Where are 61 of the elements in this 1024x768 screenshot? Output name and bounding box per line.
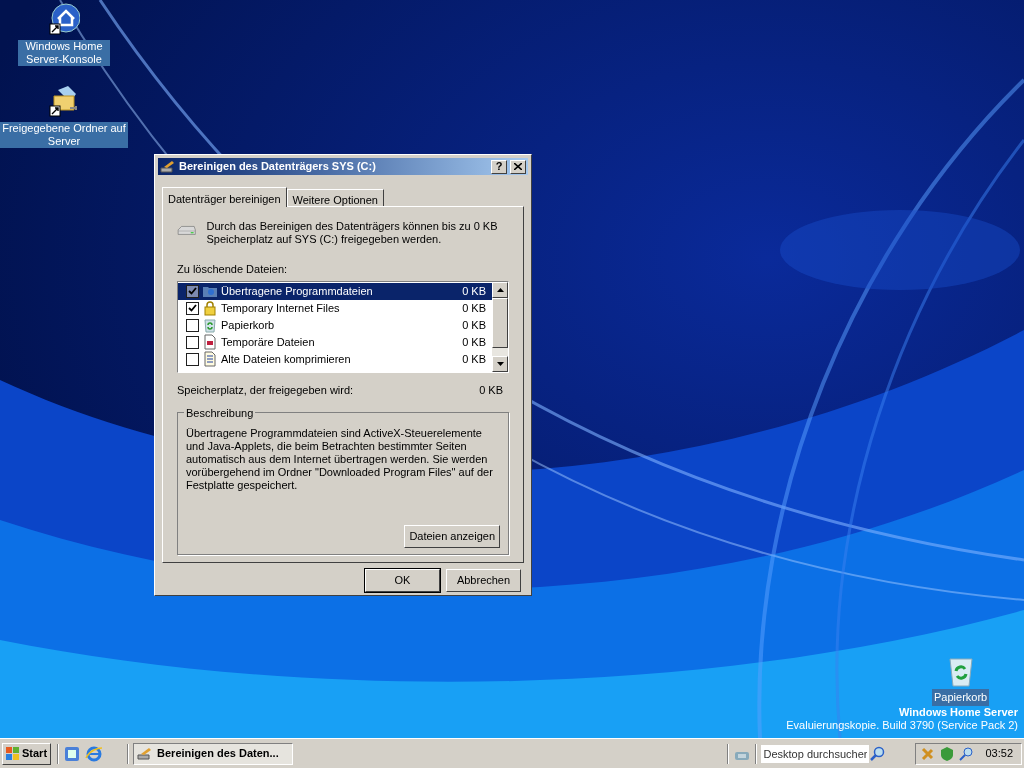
windows-logo-icon <box>6 746 20 761</box>
clock: 03:52 <box>985 746 1013 762</box>
up-arrow-icon <box>496 287 504 292</box>
file-name: Temporäre Dateien <box>221 334 316 350</box>
window-title: Bereinigen des Datenträgers SYS (C:) <box>179 159 377 175</box>
scroll-up-button[interactable] <box>492 281 508 298</box>
dialog-button[interactable]: Abbrechen <box>446 569 521 592</box>
show-files-button[interactable]: Dateien anzeigen <box>404 525 500 548</box>
file-size: 0 KB <box>462 317 486 333</box>
help-button[interactable]: ? <box>491 159 507 174</box>
file-name: Papierkorb <box>221 317 276 333</box>
product-name: Windows Home Server <box>898 706 1018 719</box>
file-name: Temporary Internet Files <box>221 300 341 316</box>
start-button[interactable]: Start <box>2 742 52 765</box>
document-icon <box>202 351 218 367</box>
scrollbar[interactable] <box>492 281 508 372</box>
checkbox[interactable] <box>186 301 199 315</box>
search-icon[interactable] <box>958 745 975 762</box>
file-list-item[interactable]: Temporary Internet Files 0 KB <box>178 299 492 317</box>
close-icon <box>514 163 522 170</box>
list-label: Zu löschende Dateien: <box>177 262 289 277</box>
file-list-item[interactable]: Papierkorb 0 KB <box>178 316 492 334</box>
file-list-item[interactable]: Übertragene Programmdateien 0 KB <box>178 282 492 300</box>
file-size: 0 KB <box>462 300 486 316</box>
scroll-down-button[interactable] <box>492 355 508 372</box>
file-size: 0 KB <box>462 351 486 367</box>
desktop-icon-label[interactable]: Papierkorb <box>932 689 990 706</box>
checkbox[interactable] <box>186 335 199 349</box>
shared-folder-icon[interactable] <box>48 84 80 118</box>
dialog-button[interactable]: OK <box>365 569 440 592</box>
close-button[interactable] <box>510 159 526 174</box>
file-size: 0 KB <box>462 283 486 299</box>
house-icon[interactable] <box>48 2 80 36</box>
description-text: Übertragene Programmdateien sind ActiveX-Steuerelemente und Java-Applets, die beim Betrachten bestimmter Seiten automatisch aus dem Internet übertragen werden. Sie werden vorübergehend im Ordner "Downloaded Program Files" auf der Festplatte gespeichert. <box>186 427 494 492</box>
tab[interactable]: Datenträger bereinigen <box>162 187 287 207</box>
desktop-icon-label[interactable]: Windows Home Server-Konsole <box>18 40 110 66</box>
total-label: Speicherplatz, der freigegeben wird: <box>177 382 354 398</box>
checkbox[interactable] <box>186 318 199 332</box>
window-switch-icon[interactable] <box>63 744 82 763</box>
desktop-icon-label[interactable]: Freigegebene Ordner auf Server <box>0 122 128 148</box>
intro-text: Durch das Bereinigen des Datenträgers können bis zu 0 KB Speicherplatz auf SYS (C:) freigegeben werden. <box>206 219 499 246</box>
taskbar-button[interactable]: Bereinigen des Daten... <box>133 742 294 765</box>
build-info: Evaluierungskopie. Build 3790 (Service Pack 2) <box>786 719 1018 732</box>
document-icon <box>202 334 218 350</box>
file-name: Alte Dateien komprimieren <box>221 351 352 367</box>
scroll-thumb[interactable] <box>492 297 508 348</box>
disk-cleanup-icon <box>137 746 154 761</box>
file-list-item[interactable]: Temporäre Dateien 0 KB <box>178 333 492 351</box>
disk-cleanup-icon <box>160 159 176 174</box>
checkbox[interactable] <box>186 284 199 298</box>
down-arrow-icon <box>496 361 504 366</box>
file-list-item[interactable]: Alte Dateien komprimieren 0 KB <box>178 350 492 368</box>
tab[interactable]: Weitere Optionen <box>286 189 384 206</box>
recycle-bin-icon <box>202 317 218 333</box>
browser-icon[interactable] <box>85 744 104 763</box>
checkbox[interactable] <box>186 352 199 366</box>
lock-icon <box>202 300 218 316</box>
file-size: 0 KB <box>462 334 486 350</box>
search-field[interactable]: Desktop durchsucher <box>761 744 870 763</box>
file-name: Übertragene Programmdateien <box>221 283 374 299</box>
total-size: 0 KB <box>479 382 503 398</box>
